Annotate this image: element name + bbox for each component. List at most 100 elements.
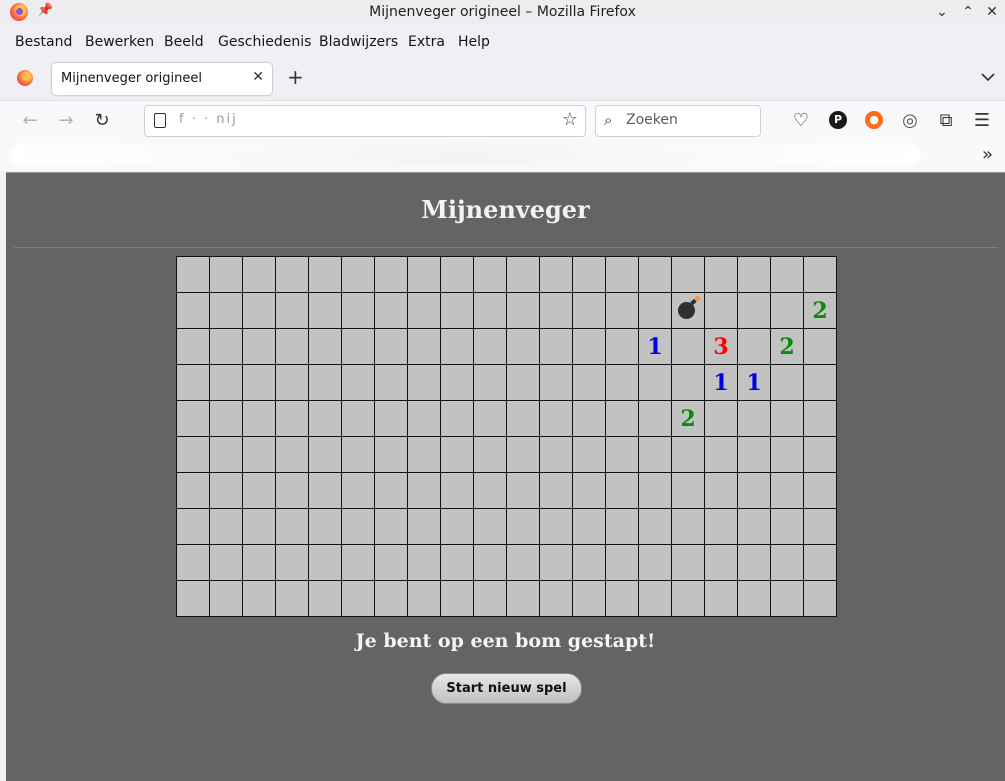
board-cell[interactable] <box>308 436 342 473</box>
menu-bewerken[interactable]: Bewerken <box>85 34 154 50</box>
tab-close-icon[interactable]: ✕ <box>252 69 264 85</box>
close-window-button[interactable]: ✕ <box>982 2 1002 22</box>
board-cell[interactable] <box>638 256 672 293</box>
board-cell[interactable] <box>539 364 573 401</box>
board-cell[interactable] <box>770 256 804 293</box>
extension-duckduckgo-icon[interactable]: ● <box>865 111 883 129</box>
menu-beeld[interactable]: Beeld <box>164 34 204 50</box>
board-cell[interactable] <box>506 544 540 581</box>
board-cell[interactable] <box>275 544 309 581</box>
board-cell[interactable] <box>770 400 804 437</box>
board-cell[interactable] <box>440 364 474 401</box>
board-cell[interactable] <box>374 508 408 545</box>
board-cell[interactable] <box>770 472 804 509</box>
back-icon[interactable]: ← <box>19 110 41 132</box>
board-cell[interactable] <box>803 472 837 509</box>
board-cell[interactable] <box>308 400 342 437</box>
board-cell[interactable] <box>506 436 540 473</box>
menu-help[interactable]: Help <box>458 34 490 50</box>
board-cell[interactable] <box>803 436 837 473</box>
board-cell[interactable] <box>506 472 540 509</box>
list-all-tabs-icon[interactable] <box>981 70 995 84</box>
board-cell[interactable] <box>638 544 672 581</box>
board-cell[interactable] <box>374 292 408 329</box>
extension-p-icon[interactable]: P <box>829 111 847 129</box>
board-cell[interactable] <box>407 364 441 401</box>
board-cell[interactable] <box>506 292 540 329</box>
board-cell[interactable] <box>341 364 375 401</box>
board-cell[interactable] <box>638 400 672 437</box>
board-cell[interactable] <box>275 580 309 617</box>
board-cell[interactable] <box>374 328 408 365</box>
url-bar[interactable]: f · · nij ☆ <box>144 105 586 137</box>
board-cell[interactable] <box>605 472 639 509</box>
board-cell[interactable]: 2 <box>803 292 837 329</box>
board-cell[interactable] <box>275 472 309 509</box>
board-cell[interactable] <box>209 256 243 293</box>
board-cell[interactable] <box>803 364 837 401</box>
board-cell[interactable] <box>704 292 738 329</box>
board-cell[interactable]: 2 <box>671 400 705 437</box>
board-cell[interactable] <box>737 256 771 293</box>
board-cell[interactable] <box>539 400 573 437</box>
board-cell[interactable] <box>803 508 837 545</box>
board-cell[interactable] <box>440 472 474 509</box>
board-cell[interactable] <box>638 364 672 401</box>
board-cell[interactable] <box>737 292 771 329</box>
board-cell[interactable] <box>407 400 441 437</box>
board-cell[interactable] <box>308 328 342 365</box>
board-cell[interactable] <box>374 364 408 401</box>
board-cell[interactable] <box>209 508 243 545</box>
extensions-puzzle-icon[interactable]: ⧉ <box>935 110 957 132</box>
board-cell[interactable] <box>803 256 837 293</box>
board-cell[interactable] <box>440 436 474 473</box>
board-cell[interactable] <box>572 328 606 365</box>
board-cell[interactable]: 3 <box>704 328 738 365</box>
board-cell[interactable] <box>737 508 771 545</box>
board-cell[interactable]: 1 <box>638 328 672 365</box>
board-cell[interactable] <box>341 256 375 293</box>
board-cell[interactable] <box>704 400 738 437</box>
board-cell[interactable] <box>275 436 309 473</box>
board-cell[interactable] <box>737 436 771 473</box>
board-cell[interactable] <box>770 292 804 329</box>
board-cell[interactable] <box>440 328 474 365</box>
board-cell[interactable] <box>374 580 408 617</box>
board-cell[interactable] <box>605 328 639 365</box>
board-cell[interactable] <box>506 256 540 293</box>
board-cell[interactable] <box>209 400 243 437</box>
board-cell[interactable] <box>407 544 441 581</box>
board-cell[interactable] <box>275 508 309 545</box>
board-cell[interactable] <box>242 364 276 401</box>
board-cell[interactable] <box>539 472 573 509</box>
board-cell[interactable] <box>572 472 606 509</box>
board-cell[interactable] <box>176 292 210 329</box>
board-cell[interactable] <box>473 256 507 293</box>
board-cell[interactable] <box>275 292 309 329</box>
board-cell[interactable] <box>242 292 276 329</box>
board-cell[interactable] <box>308 292 342 329</box>
board-cell[interactable] <box>539 580 573 617</box>
board-cell[interactable] <box>341 400 375 437</box>
board-cell[interactable] <box>275 328 309 365</box>
board-cell[interactable] <box>737 328 771 365</box>
board-cell[interactable] <box>506 400 540 437</box>
board-cell[interactable] <box>506 580 540 617</box>
board-cell[interactable] <box>572 256 606 293</box>
board-cell[interactable] <box>572 364 606 401</box>
menu-geschiedenis[interactable]: Geschiedenis <box>218 34 311 50</box>
board-cell[interactable] <box>374 472 408 509</box>
board-cell[interactable] <box>539 436 573 473</box>
board-cell[interactable] <box>341 508 375 545</box>
board-cell[interactable] <box>176 364 210 401</box>
board-cell[interactable] <box>638 472 672 509</box>
board-cell[interactable] <box>473 292 507 329</box>
board-cell[interactable] <box>176 508 210 545</box>
board-cell[interactable] <box>275 364 309 401</box>
board-cell[interactable] <box>176 328 210 365</box>
menu-bestand[interactable]: Bestand <box>15 34 72 50</box>
board-cell[interactable] <box>374 544 408 581</box>
board-cell[interactable] <box>473 472 507 509</box>
board-cell[interactable] <box>671 508 705 545</box>
board-cell[interactable] <box>638 508 672 545</box>
